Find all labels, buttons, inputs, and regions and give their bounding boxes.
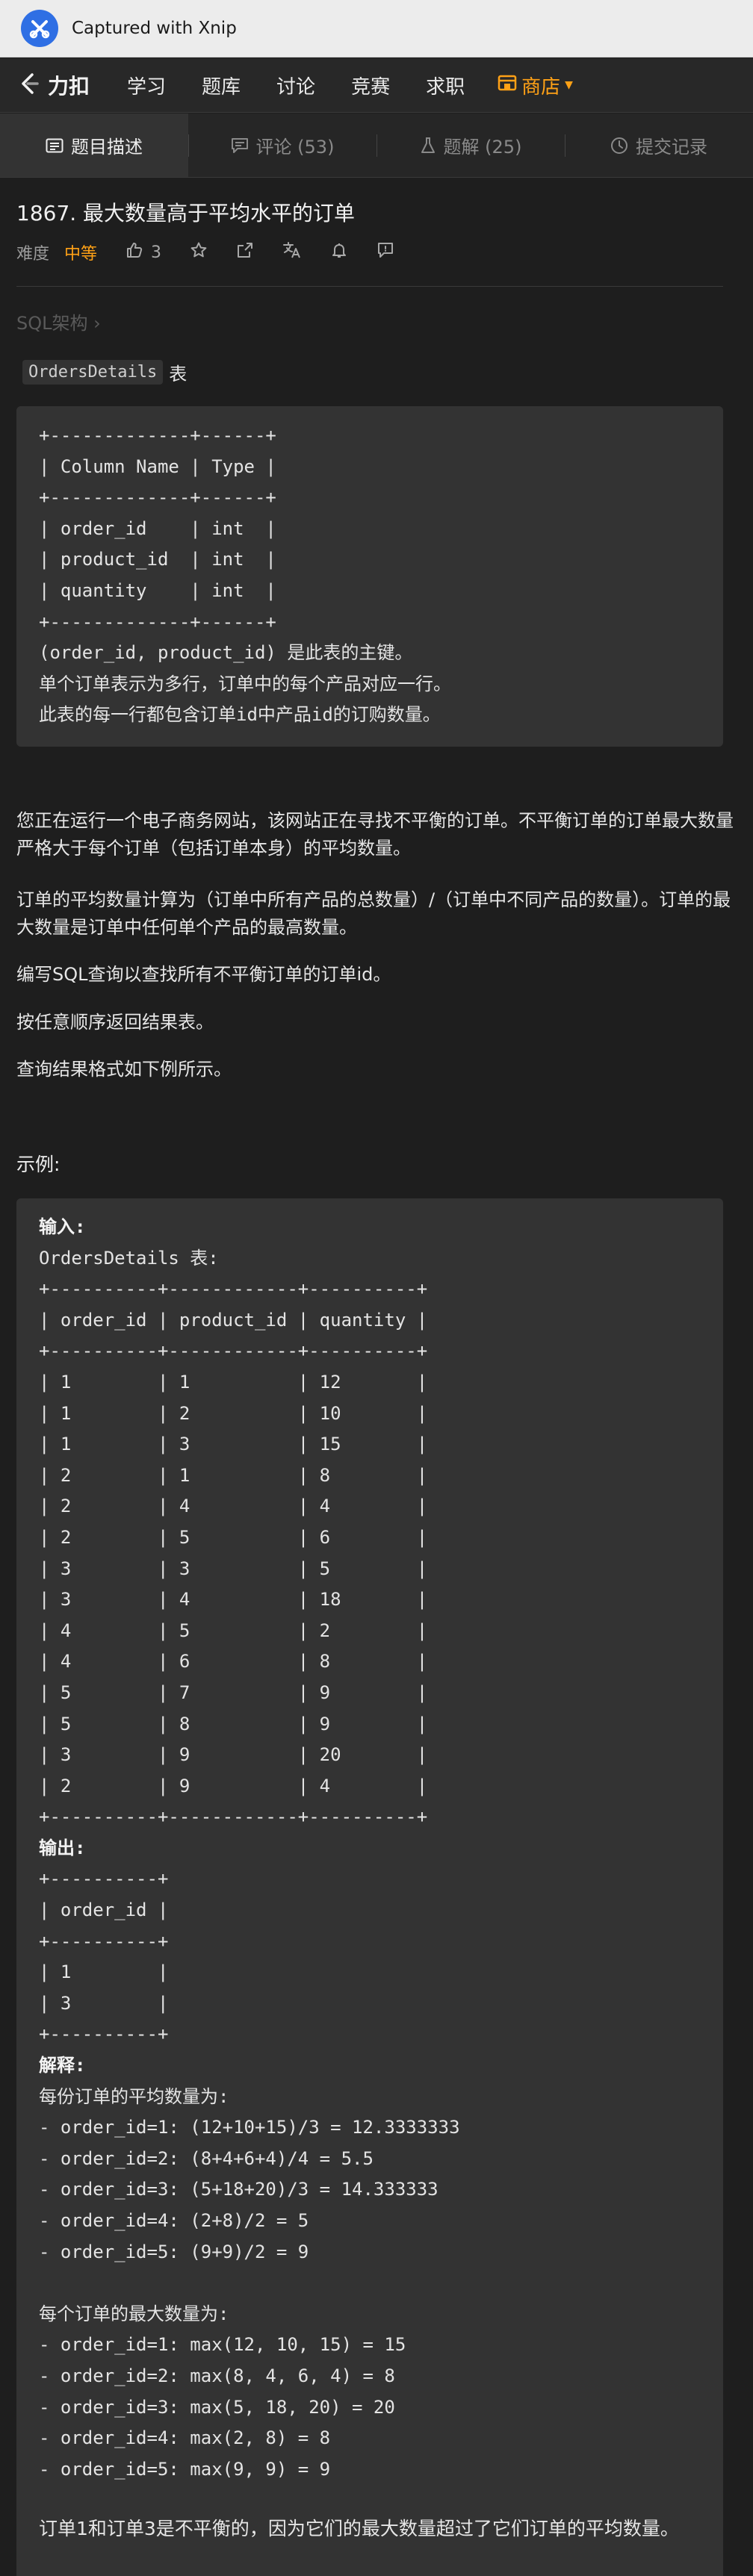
nav-problems[interactable]: 题库 — [202, 72, 241, 99]
table-name-code: OrdersDetails — [22, 360, 164, 385]
feedback-button[interactable] — [376, 241, 394, 264]
input-label: 输入: — [39, 1216, 86, 1237]
description-paragraph-4: 按任意顺序返回结果表。 — [16, 1012, 214, 1033]
thumbs-up-icon — [126, 241, 143, 264]
share-button[interactable] — [236, 241, 254, 264]
brand-logo[interactable]: 力扣 — [16, 70, 90, 100]
table-suffix: 表 — [169, 364, 188, 385]
breadcrumb[interactable]: SQL架构 › — [16, 308, 101, 335]
tab-label: 题目描述 — [71, 137, 143, 158]
like-count: 3 — [151, 243, 162, 262]
translate-button[interactable] — [282, 241, 302, 264]
example-code: 输入: OrdersDetails 表: +----------+-------… — [39, 1212, 460, 2485]
question-tabs: 题目描述 评论 (53) 题解 (25) 提交记录 — [0, 113, 753, 178]
header-divider — [16, 286, 723, 287]
description-paragraph-1: 您正在运行一个电子商务网站，该网站正在寻找不平衡的订单。不平衡订单的订单最大数量… — [16, 810, 734, 859]
schema-code-block: +-------------+------+ | Column Name | T… — [16, 406, 723, 747]
bell-icon — [330, 241, 348, 264]
star-icon — [190, 241, 208, 264]
nav-contest[interactable]: 竞赛 — [351, 72, 390, 99]
tab-comments[interactable]: 评论 (53) — [188, 113, 376, 177]
tab-submissions[interactable]: 提交记录 — [565, 113, 753, 177]
xnip-logo-icon — [21, 10, 58, 47]
store-label: 商店 — [521, 75, 561, 99]
tab-description[interactable]: 题目描述 — [0, 113, 188, 177]
tab-label: 评论 (53) — [255, 137, 335, 158]
table-heading: OrdersDetails 表 — [22, 359, 187, 385]
flask-icon — [420, 137, 436, 155]
feedback-icon — [376, 241, 394, 264]
translate-icon — [282, 241, 302, 264]
example-label: 示例: — [16, 1154, 61, 1175]
output-label: 输出: — [39, 1837, 86, 1858]
subscribe-button[interactable] — [330, 241, 348, 264]
capture-bar: Captured with Xnip — [0, 0, 753, 57]
description-paragraph-2: 订单的平均数量计算为（订单中所有产品的总数量）/（订单中不同产品的数量）。订单的… — [16, 889, 731, 938]
store-icon — [498, 74, 517, 97]
clock-icon — [610, 137, 628, 155]
brand-name: 力扣 — [48, 74, 90, 99]
nav-store[interactable]: 商店 ▼ — [498, 72, 573, 99]
leetcode-logo-icon — [16, 71, 42, 99]
description-paragraph-5: 查询结果格式如下例所示。 — [16, 1059, 232, 1080]
tab-label: 提交记录 — [636, 137, 707, 158]
explanation-label: 解释: — [39, 2055, 86, 2076]
nav-discuss[interactable]: 讨论 — [276, 72, 315, 99]
nav-jobs[interactable]: 求职 — [426, 72, 465, 99]
top-nav: 力扣 学习 题库 讨论 竞赛 求职 商店 ▼ — [0, 58, 753, 113]
example-conclusion: 订单1和订单3是不平衡的，因为它们的最大数量超过了它们订单的平均数量。 — [39, 2518, 679, 2539]
comment-icon — [231, 137, 249, 154]
difficulty-badge: 中等 — [64, 245, 98, 264]
question-title: 1867. 最大数量高于平均水平的订单 — [16, 201, 356, 225]
description-icon — [46, 138, 63, 153]
example-code-block: 输入: OrdersDetails 表: +----------+-------… — [16, 1198, 723, 2576]
explanation-text: 每份订单的平均数量为: - order_id=1: (12+10+15)/3 =… — [39, 2085, 460, 2480]
tab-solutions[interactable]: 题解 (25) — [376, 113, 565, 177]
like-button[interactable]: 3 — [126, 241, 161, 264]
input-table: OrdersDetails 表: +----------+-----------… — [39, 1247, 428, 1828]
question-meta: 难度 中等 3 — [16, 237, 394, 267]
output-table: +----------+ | order_id | +----------+ |… — [39, 1868, 169, 2045]
caret-down-icon: ▼ — [565, 79, 573, 91]
tab-label: 题解 (25) — [443, 137, 522, 158]
favorite-button[interactable] — [190, 241, 208, 264]
nav-learn[interactable]: 学习 — [127, 72, 166, 99]
share-icon — [236, 241, 254, 264]
capture-title: Captured with Xnip — [72, 19, 237, 38]
difficulty-label: 难度 — [16, 245, 50, 264]
schema-code: +-------------+------+ | Column Name | T… — [39, 425, 451, 726]
description-paragraph-3: 编写SQL查询以查找所有不平衡订单的订单id。 — [16, 964, 391, 985]
